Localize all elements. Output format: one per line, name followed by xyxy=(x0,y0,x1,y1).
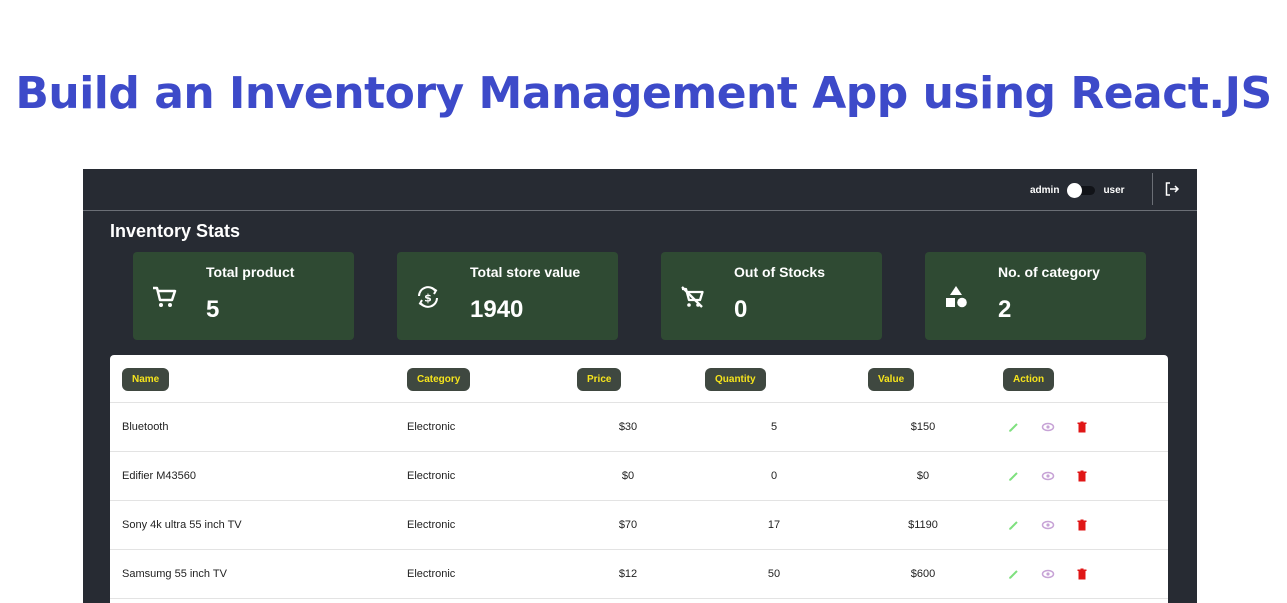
table-row: Bluetooth Electronic $30 5 $150 xyxy=(110,403,1168,452)
stat-value: 2 xyxy=(998,296,1012,323)
cell-category: Electronic xyxy=(407,519,456,531)
inventory-app: admin user Inventory Stats Total product… xyxy=(83,169,1197,603)
column-header-value[interactable]: Value xyxy=(868,368,915,391)
stat-label: Total product xyxy=(206,264,295,280)
role-admin-label: admin xyxy=(1030,184,1060,196)
cell-price: $70 xyxy=(618,519,638,531)
cell-value: $150 xyxy=(910,421,936,433)
stat-label: Total store value xyxy=(470,264,581,280)
table-row: Edifier M43560 Electronic $0 0 $0 xyxy=(110,452,1168,501)
view-icon[interactable] xyxy=(1041,420,1055,434)
cell-value: $0 xyxy=(916,470,930,482)
view-icon[interactable] xyxy=(1041,518,1055,532)
shapes-icon xyxy=(946,286,967,308)
table-row: Sony 4k ultra 55 inch TV Electronic $70 … xyxy=(110,501,1168,550)
delete-icon[interactable] xyxy=(1075,518,1089,532)
stat-card-total-store-value: $ Total store value 1940 xyxy=(397,252,618,340)
cell-quantity: 5 xyxy=(770,421,778,433)
column-header-name[interactable]: Name xyxy=(122,368,170,391)
edit-icon[interactable] xyxy=(1007,420,1021,434)
cell-name: Edifier M43560 xyxy=(122,470,196,482)
cell-value: $1190 xyxy=(908,519,938,531)
view-icon[interactable] xyxy=(1041,469,1055,483)
cell-category: Electronic xyxy=(407,421,456,433)
stat-card-total-product: Total product 5 xyxy=(133,252,354,340)
stats-title: Inventory Stats xyxy=(110,221,241,241)
stat-label: No. of category xyxy=(998,264,1100,280)
column-header-quantity[interactable]: Quantity xyxy=(705,368,766,391)
delete-icon[interactable] xyxy=(1075,420,1089,434)
cell-value: $600 xyxy=(910,568,936,580)
role-user-label: user xyxy=(1103,184,1125,196)
stat-value: 0 xyxy=(734,296,748,323)
stat-card-out-of-stocks: Out of Stocks 0 xyxy=(661,252,882,340)
switch-knob xyxy=(1067,183,1083,198)
stat-label: Out of Stocks xyxy=(734,264,826,280)
inventory-table: Name Category Price Quantity Value Actio… xyxy=(110,355,1168,603)
logout-icon[interactable] xyxy=(1164,181,1180,197)
cell-quantity: 17 xyxy=(767,519,781,531)
cell-price: $0 xyxy=(621,470,635,482)
cell-price: $30 xyxy=(618,421,638,433)
cell-name: Bluetooth xyxy=(122,421,169,433)
cell-name: Sony 4k ultra 55 inch TV xyxy=(122,519,242,531)
currency-exchange-icon: $ xyxy=(418,286,438,308)
header-divider xyxy=(1152,173,1153,205)
page-headline: Build an Inventory Management App using … xyxy=(15,68,1272,119)
table-row: Samsumg 55 inch TV Electronic $12 50 $60… xyxy=(110,550,1168,599)
column-header-category[interactable]: Category xyxy=(407,368,471,391)
cell-name: Samsumg 55 inch TV xyxy=(122,568,227,580)
delete-icon[interactable] xyxy=(1075,469,1089,483)
column-header-price[interactable]: Price xyxy=(577,368,622,391)
cell-quantity: 50 xyxy=(767,568,781,580)
edit-icon[interactable] xyxy=(1007,567,1021,581)
stat-value: 5 xyxy=(206,296,220,323)
cell-category: Electronic xyxy=(407,568,456,580)
edit-icon[interactable] xyxy=(1007,518,1021,532)
svg-text:$: $ xyxy=(424,292,432,305)
column-header-action[interactable]: Action xyxy=(1003,368,1055,391)
remove-cart-icon xyxy=(681,286,704,308)
cart-icon xyxy=(153,286,177,307)
cell-price: $12 xyxy=(618,568,638,580)
stat-card-no-of-category: No. of category 2 xyxy=(925,252,1146,340)
role-toggle[interactable]: admin user xyxy=(1030,179,1125,201)
top-bar: admin user xyxy=(83,169,1197,211)
cell-category: Electronic xyxy=(407,470,456,482)
view-icon[interactable] xyxy=(1041,567,1055,581)
stat-value: 1940 xyxy=(470,296,524,323)
table-header: Name Category Price Quantity Value Actio… xyxy=(110,355,1168,403)
edit-icon[interactable] xyxy=(1007,469,1021,483)
role-switch[interactable] xyxy=(1067,183,1096,198)
delete-icon[interactable] xyxy=(1075,567,1089,581)
cell-quantity: 0 xyxy=(770,470,778,482)
